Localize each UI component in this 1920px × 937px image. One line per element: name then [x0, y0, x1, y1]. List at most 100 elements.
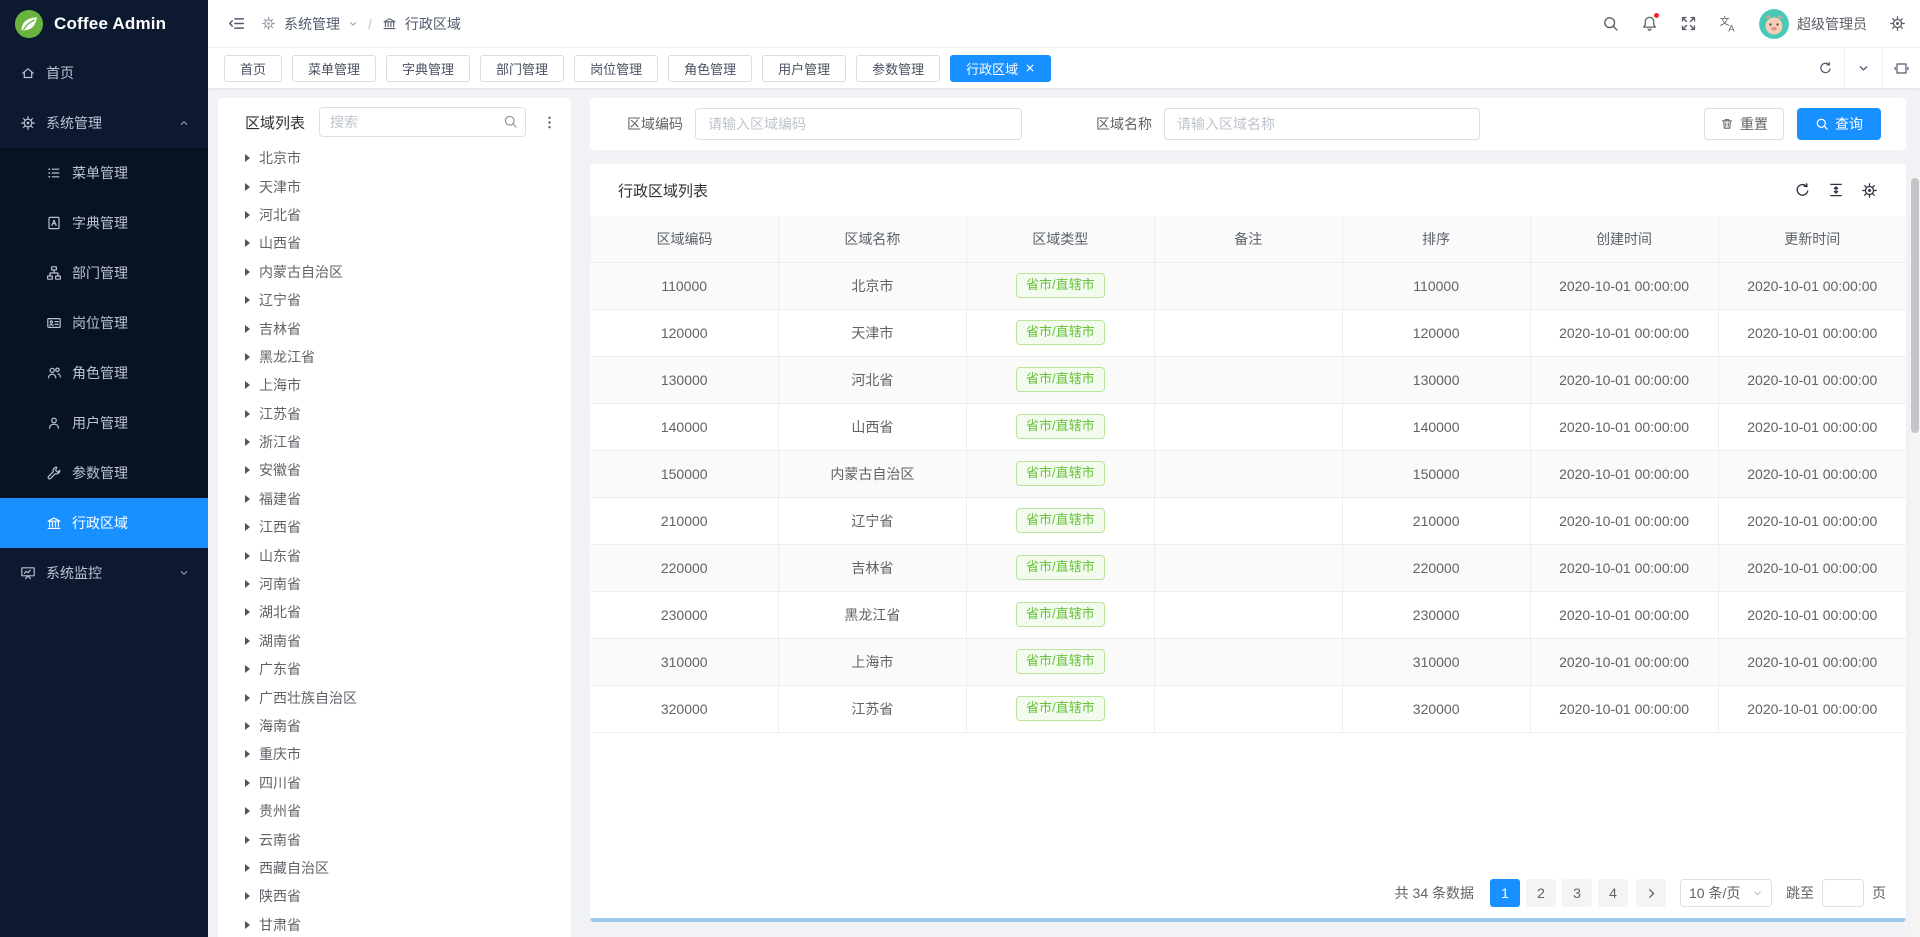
user-menu[interactable]: 超级管理员 [1759, 9, 1867, 39]
close-icon[interactable] [1025, 63, 1035, 73]
fullscreen-icon[interactable] [1680, 15, 1697, 32]
translate-icon[interactable]: 文A [1719, 15, 1737, 33]
tab[interactable]: 部门管理 [480, 55, 564, 82]
caret-right-icon[interactable] [245, 694, 250, 702]
tree-node[interactable]: 广东省 [218, 655, 571, 683]
tree-node[interactable]: 河南省 [218, 570, 571, 598]
table-row[interactable]: 230000 黑龙江省 省市/直辖市 230000 2020-10-01 00:… [591, 591, 1907, 638]
tree-node[interactable]: 黑龙江省 [218, 343, 571, 371]
tree-node[interactable]: 广西壮族自治区 [218, 683, 571, 711]
tree-node[interactable]: 天津市 [218, 172, 571, 200]
tab[interactable]: 岗位管理 [574, 55, 658, 82]
next-page-button[interactable] [1636, 879, 1666, 907]
tab[interactable]: 参数管理 [856, 55, 940, 82]
table-row[interactable]: 130000 河北省 省市/直辖市 130000 2020-10-01 00:0… [591, 356, 1907, 403]
page-scrollbar-thumb[interactable] [1911, 178, 1919, 433]
tab[interactable]: 首页 [224, 55, 282, 82]
caret-right-icon[interactable] [245, 438, 250, 446]
jump-input[interactable] [1822, 879, 1864, 907]
tree-node[interactable]: 四川省 [218, 769, 571, 797]
table-row[interactable]: 150000 内蒙古自治区 省市/直辖市 150000 2020-10-01 0… [591, 450, 1907, 497]
page-button[interactable]: 4 [1598, 879, 1628, 907]
sidebar-item-user-mgmt[interactable]: 用户管理 [0, 398, 208, 448]
table-row[interactable]: 140000 山西省 省市/直辖市 140000 2020-10-01 00:0… [591, 403, 1907, 450]
tab[interactable]: 用户管理 [762, 55, 846, 82]
table-row[interactable]: 220000 吉林省 省市/直辖市 220000 2020-10-01 00:0… [591, 544, 1907, 591]
column-header[interactable]: 备注 [1154, 216, 1342, 262]
caret-right-icon[interactable] [245, 239, 250, 247]
tree-node[interactable]: 海南省 [218, 712, 571, 740]
caret-right-icon[interactable] [245, 353, 250, 361]
column-settings-gear-icon[interactable] [1861, 182, 1878, 199]
tree-node[interactable]: 江苏省 [218, 400, 571, 428]
tab[interactable]: 字典管理 [386, 55, 470, 82]
caret-right-icon[interactable] [245, 807, 250, 815]
tree-node[interactable]: 江西省 [218, 513, 571, 541]
horizontal-scrollbar-thumb[interactable] [590, 918, 1906, 922]
tree-node[interactable]: 山西省 [218, 229, 571, 257]
tree-node[interactable]: 西藏自治区 [218, 854, 571, 882]
page-size-select[interactable]: 10 条/页 [1680, 879, 1772, 907]
caret-right-icon[interactable] [245, 183, 250, 191]
tree-node[interactable]: 浙江省 [218, 428, 571, 456]
refresh-icon[interactable] [1794, 182, 1811, 199]
row-height-icon[interactable] [1828, 182, 1844, 198]
sidebar-item-system[interactable]: 系统管理 [0, 98, 208, 148]
tree-node[interactable]: 湖南省 [218, 627, 571, 655]
caret-right-icon[interactable] [245, 268, 250, 276]
tree-node[interactable]: 湖北省 [218, 598, 571, 626]
column-header[interactable]: 区域编码 [591, 216, 779, 262]
sidebar-item-param-mgmt[interactable]: 参数管理 [0, 448, 208, 498]
tab[interactable]: 菜单管理 [292, 55, 376, 82]
tree-node[interactable]: 贵州省 [218, 797, 571, 825]
sidebar-item-dict-mgmt[interactable]: 字典管理 [0, 198, 208, 248]
chevron-down-icon[interactable] [1844, 48, 1882, 88]
tree-node[interactable]: 吉林省 [218, 314, 571, 342]
sidebar-item-home[interactable]: 首页 [0, 48, 208, 98]
tree-node[interactable]: 福建省 [218, 485, 571, 513]
caret-right-icon[interactable] [245, 552, 250, 560]
page-button[interactable]: 2 [1526, 879, 1556, 907]
tree-node[interactable]: 山东省 [218, 541, 571, 569]
tab[interactable]: 行政区域 [950, 55, 1051, 82]
tree-node[interactable]: 云南省 [218, 825, 571, 853]
caret-right-icon[interactable] [245, 154, 250, 162]
page-scrollbar[interactable] [1910, 176, 1920, 937]
table-row[interactable]: 210000 辽宁省 省市/直辖市 210000 2020-10-01 00:0… [591, 497, 1907, 544]
caret-right-icon[interactable] [245, 410, 250, 418]
tree-node[interactable]: 甘肃省 [218, 911, 571, 937]
caret-right-icon[interactable] [245, 637, 250, 645]
caret-right-icon[interactable] [245, 325, 250, 333]
column-header[interactable]: 区域名称 [778, 216, 966, 262]
tree-node[interactable]: 河北省 [218, 201, 571, 229]
column-header[interactable]: 区域类型 [966, 216, 1154, 262]
menu-fold-icon[interactable] [228, 15, 245, 32]
page-button[interactable]: 3 [1562, 879, 1592, 907]
caret-right-icon[interactable] [245, 921, 250, 929]
tree-node[interactable]: 辽宁省 [218, 286, 571, 314]
caret-right-icon[interactable] [245, 296, 250, 304]
tree-node[interactable]: 上海市 [218, 371, 571, 399]
search-button[interactable]: 查询 [1797, 108, 1881, 140]
tree-node[interactable]: 北京市 [218, 144, 571, 172]
reset-button[interactable]: 重置 [1704, 108, 1784, 140]
page-button[interactable]: 1 [1490, 879, 1520, 907]
caret-right-icon[interactable] [245, 495, 250, 503]
tree-node[interactable]: 重庆市 [218, 740, 571, 768]
maximize-icon[interactable] [1882, 48, 1920, 88]
caret-right-icon[interactable] [245, 211, 250, 219]
column-header[interactable]: 更新时间 [1718, 216, 1906, 262]
caret-right-icon[interactable] [245, 722, 250, 730]
search-icon[interactable] [503, 114, 518, 129]
sidebar-item-role-mgmt[interactable]: 角色管理 [0, 348, 208, 398]
tree-node[interactable]: 安徽省 [218, 456, 571, 484]
caret-right-icon[interactable] [245, 665, 250, 673]
caret-right-icon[interactable] [245, 466, 250, 474]
tree-node[interactable]: 内蒙古自治区 [218, 258, 571, 286]
caret-right-icon[interactable] [245, 523, 250, 531]
caret-right-icon[interactable] [245, 836, 250, 844]
sidebar-item-monitor[interactable]: 系统监控 [0, 548, 208, 598]
caret-right-icon[interactable] [245, 750, 250, 758]
caret-right-icon[interactable] [245, 892, 250, 900]
sidebar-item-region[interactable]: 行政区域 [0, 498, 208, 548]
